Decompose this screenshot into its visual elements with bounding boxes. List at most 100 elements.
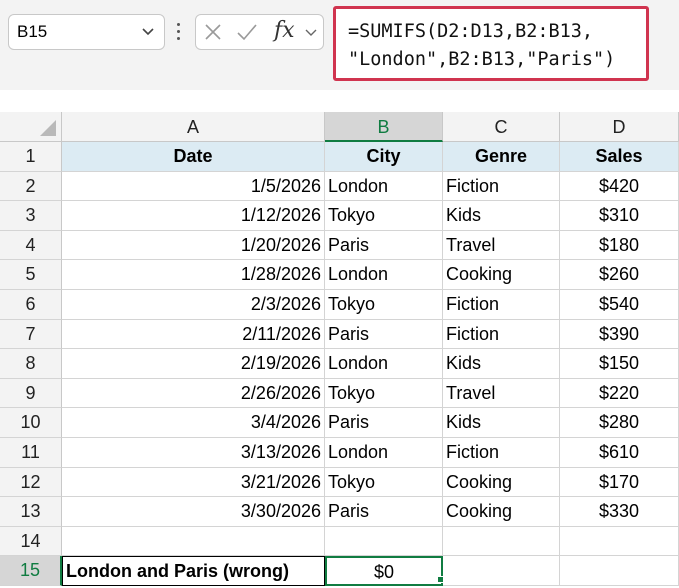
empty-cell[interactable] [560, 526, 679, 557]
data-cell[interactable]: 1/12/2026 [62, 201, 325, 231]
empty-cell[interactable] [560, 556, 679, 586]
chevron-down-icon[interactable] [304, 27, 318, 39]
row-header[interactable]: 2 [0, 171, 62, 202]
table-row: 5 1/28/2026 London Cooking $260 [0, 260, 679, 290]
data-cell[interactable]: $260 [560, 260, 679, 290]
data-cell[interactable]: London [325, 438, 443, 468]
formula-input[interactable]: =SUMIFS(D2:D13,B2:B13, "London",B2:B13,"… [333, 6, 649, 81]
data-cell[interactable]: 2/19/2026 [62, 349, 325, 379]
data-cell[interactable]: $150 [560, 349, 679, 379]
data-cell[interactable]: Paris [325, 497, 443, 527]
data-cell[interactable]: Cooking [443, 467, 560, 498]
row-header[interactable]: 11 [0, 438, 62, 468]
row-header[interactable]: 10 [0, 408, 62, 438]
row-header[interactable]: 3 [0, 201, 62, 231]
data-cell[interactable]: London [325, 349, 443, 379]
row-header[interactable]: 6 [0, 290, 62, 320]
data-cell[interactable]: Travel [443, 378, 560, 409]
table-row: 9 2/26/2026 Tokyo Travel $220 [0, 378, 679, 409]
data-cell[interactable]: London [325, 260, 443, 290]
data-cell[interactable]: Kids [443, 201, 560, 231]
row-header[interactable]: 4 [0, 230, 62, 261]
data-cell[interactable]: Travel [443, 230, 560, 261]
close-icon[interactable] [204, 23, 222, 41]
data-cell[interactable]: Kids [443, 408, 560, 438]
empty-cell[interactable] [325, 526, 443, 557]
column-title-cell[interactable]: City [325, 142, 443, 172]
empty-cell[interactable] [443, 526, 560, 557]
data-cell[interactable]: Fiction [443, 171, 560, 202]
select-all-corner[interactable] [0, 112, 62, 142]
data-cell[interactable]: $180 [560, 230, 679, 261]
table-row: 14 [0, 526, 679, 557]
table-row: 12 3/21/2026 Tokyo Cooking $170 [0, 467, 679, 498]
column-header-b[interactable]: B [325, 112, 443, 142]
column-title-cell[interactable]: Sales [560, 142, 679, 172]
row-header[interactable]: 12 [0, 467, 62, 498]
row-header[interactable]: 13 [0, 497, 62, 527]
fill-handle[interactable] [437, 576, 444, 583]
data-cell[interactable]: Kids [443, 349, 560, 379]
row-header[interactable]: 15 [0, 556, 62, 586]
name-box[interactable]: B15 [8, 14, 165, 50]
data-cell[interactable]: 2/3/2026 [62, 290, 325, 320]
data-cell[interactable]: 3/21/2026 [62, 467, 325, 498]
column-header-d[interactable]: D [560, 112, 679, 142]
result-label-cell[interactable]: London and Paris (wrong) [62, 556, 325, 586]
data-cell[interactable]: Paris [325, 408, 443, 438]
data-cell[interactable]: $420 [560, 171, 679, 202]
checkmark-icon[interactable] [236, 23, 258, 41]
data-cell[interactable]: Tokyo [325, 201, 443, 231]
data-cell[interactable]: $330 [560, 497, 679, 527]
formula-line-1: =SUMIFS(D2:D13,B2:B13, [348, 21, 594, 42]
chevron-down-icon[interactable] [140, 23, 156, 39]
data-cell[interactable]: $220 [560, 378, 679, 409]
more-options-icon[interactable] [172, 20, 184, 44]
insert-function-button[interactable]: fx [274, 18, 295, 43]
table-row: 7 2/11/2026 Paris Fiction $390 [0, 319, 679, 350]
empty-cell[interactable] [443, 556, 560, 586]
table-row: 2 1/5/2026 London Fiction $420 [0, 171, 679, 202]
data-cell[interactable]: $310 [560, 201, 679, 231]
data-cell[interactable]: $390 [560, 319, 679, 350]
column-title-cell[interactable]: Date [62, 142, 325, 172]
row-header[interactable]: 5 [0, 260, 62, 290]
data-cell[interactable]: Paris [325, 230, 443, 261]
formula-buttons: fx [195, 14, 324, 50]
select-all-icon [40, 120, 56, 136]
data-cell[interactable]: Fiction [443, 319, 560, 350]
data-cell[interactable]: 1/5/2026 [62, 171, 325, 202]
table-row: 10 3/4/2026 Paris Kids $280 [0, 408, 679, 438]
data-cell[interactable]: $540 [560, 290, 679, 320]
row-header[interactable]: 7 [0, 319, 62, 350]
data-cell[interactable]: London [325, 171, 443, 202]
active-cell-b15[interactable]: $0 [325, 556, 443, 586]
data-cell[interactable]: Tokyo [325, 378, 443, 409]
data-cell[interactable]: Paris [325, 319, 443, 350]
data-cell[interactable]: 2/11/2026 [62, 319, 325, 350]
data-cell[interactable]: 2/26/2026 [62, 378, 325, 409]
data-cell[interactable]: Fiction [443, 290, 560, 320]
column-title-cell[interactable]: Genre [443, 142, 560, 172]
data-cell[interactable]: Tokyo [325, 467, 443, 498]
data-cell[interactable]: 3/4/2026 [62, 408, 325, 438]
data-cell[interactable]: Fiction [443, 438, 560, 468]
name-box-value: B15 [17, 22, 48, 41]
data-cell[interactable]: Cooking [443, 497, 560, 527]
data-cell[interactable]: $280 [560, 408, 679, 438]
data-cell[interactable]: 3/30/2026 [62, 497, 325, 527]
data-cell[interactable]: Tokyo [325, 290, 443, 320]
empty-cell[interactable] [62, 526, 325, 557]
data-cell[interactable]: 3/13/2026 [62, 438, 325, 468]
data-cell[interactable]: Cooking [443, 260, 560, 290]
row-header[interactable]: 1 [0, 142, 62, 172]
data-cell[interactable]: 1/28/2026 [62, 260, 325, 290]
data-cell[interactable]: 1/20/2026 [62, 230, 325, 261]
row-header[interactable]: 8 [0, 349, 62, 379]
row-header[interactable]: 14 [0, 526, 62, 557]
data-cell[interactable]: $610 [560, 438, 679, 468]
row-header[interactable]: 9 [0, 378, 62, 409]
column-header-a[interactable]: A [62, 112, 325, 142]
column-header-c[interactable]: C [443, 112, 560, 142]
data-cell[interactable]: $170 [560, 467, 679, 498]
